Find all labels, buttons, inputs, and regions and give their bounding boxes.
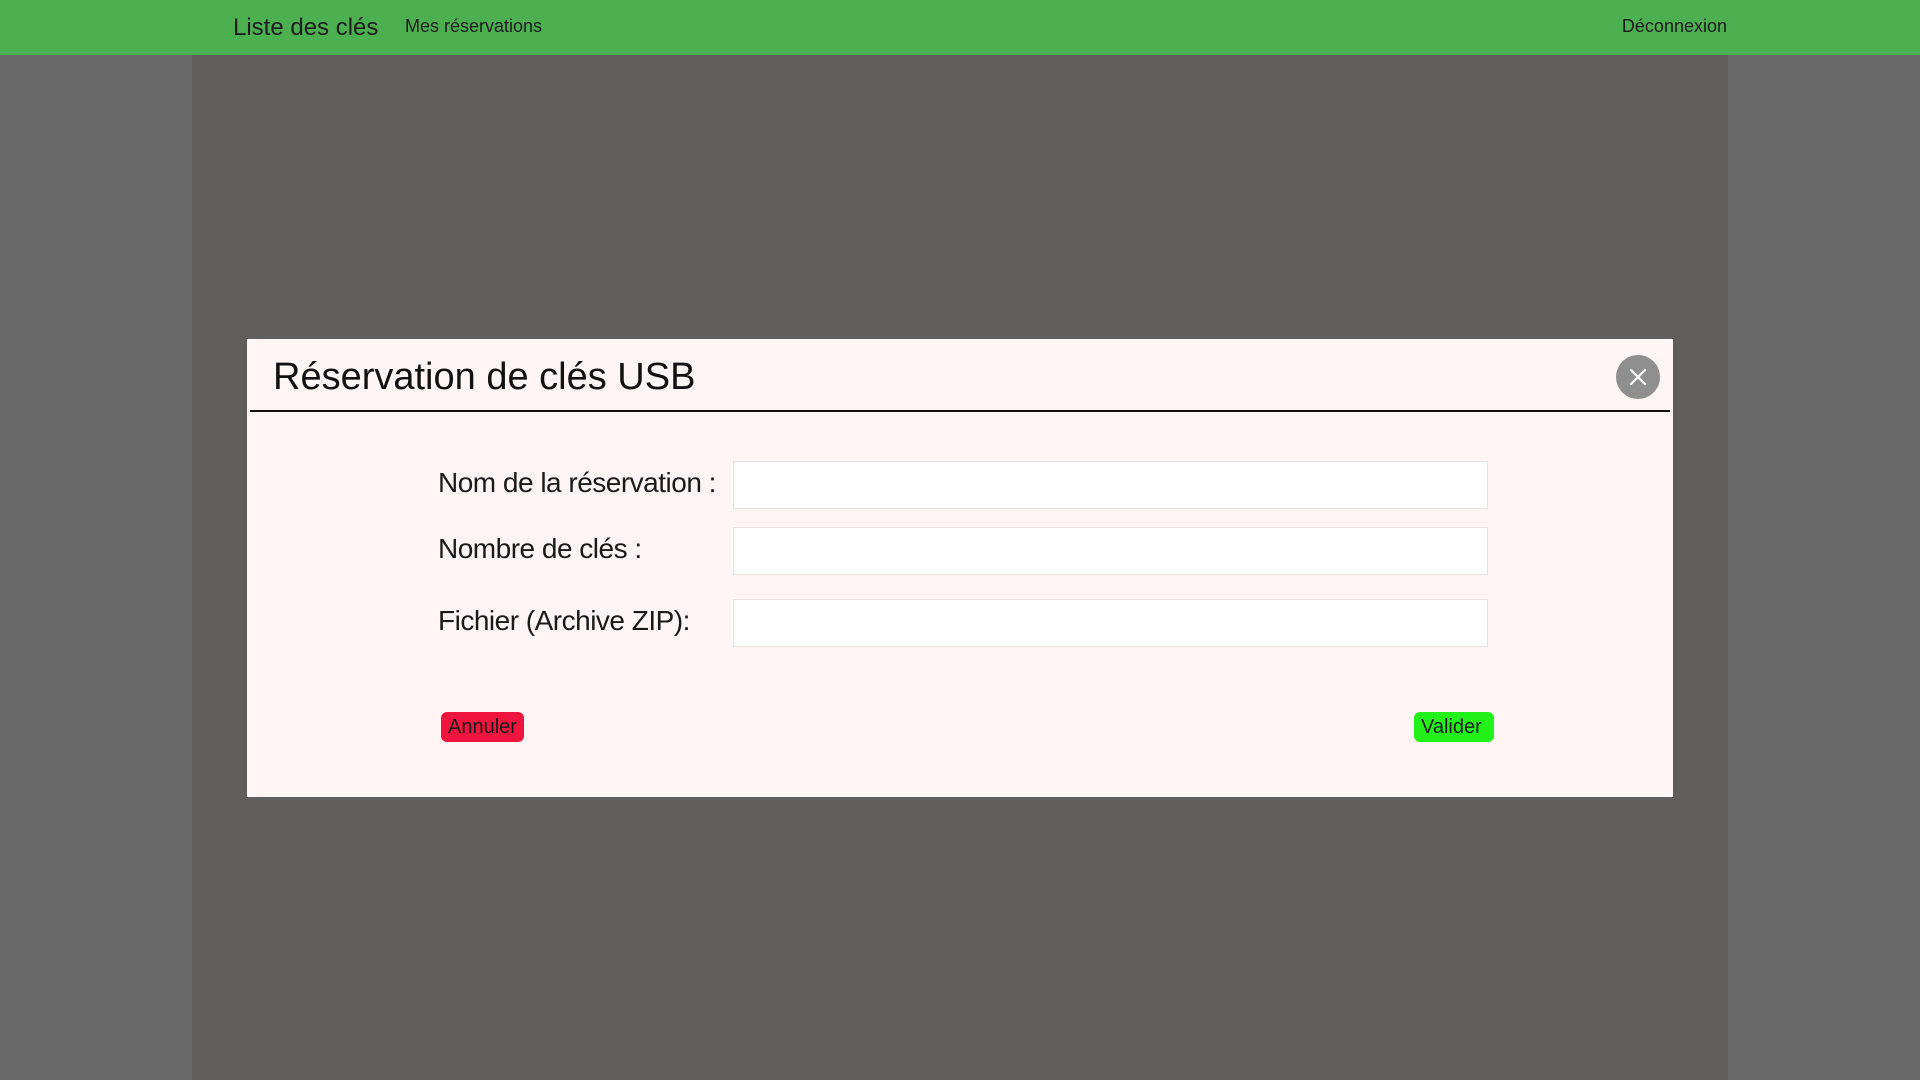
form-row-zip-file: Fichier (Archive ZIP): [438, 599, 1498, 647]
key-count-label: Nombre de clés : [438, 533, 642, 564]
submit-button[interactable]: Valider [1414, 712, 1494, 742]
nav-link-logout[interactable]: Déconnexion [1622, 16, 1727, 37]
page: Liste des clés Mes réservations Déconnex… [0, 0, 1920, 1080]
reservation-name-input[interactable] [733, 461, 1488, 509]
zip-file-input[interactable] [733, 599, 1488, 647]
reservation-name-label: Nom de la réservation : [438, 467, 716, 498]
reservation-modal: Réservation de clés USB Nom de la réserv… [247, 339, 1673, 797]
nav-link-my-reservations[interactable]: Mes réservations [405, 16, 542, 37]
form-row-reservation-name: Nom de la réservation : [438, 461, 1498, 509]
top-navbar: Liste des clés Mes réservations Déconnex… [0, 0, 1920, 55]
close-icon [1629, 368, 1647, 386]
modal-title: Réservation de clés USB [273, 356, 696, 398]
nav-brand-key-list[interactable]: Liste des clés [233, 14, 378, 42]
modal-header: Réservation de clés USB [250, 339, 1670, 412]
key-count-input[interactable] [733, 527, 1488, 575]
zip-file-label: Fichier (Archive ZIP): [438, 605, 690, 636]
close-button[interactable] [1616, 355, 1660, 399]
cancel-button[interactable]: Annuler [441, 712, 524, 742]
form-row-key-count: Nombre de clés : [438, 527, 1498, 575]
